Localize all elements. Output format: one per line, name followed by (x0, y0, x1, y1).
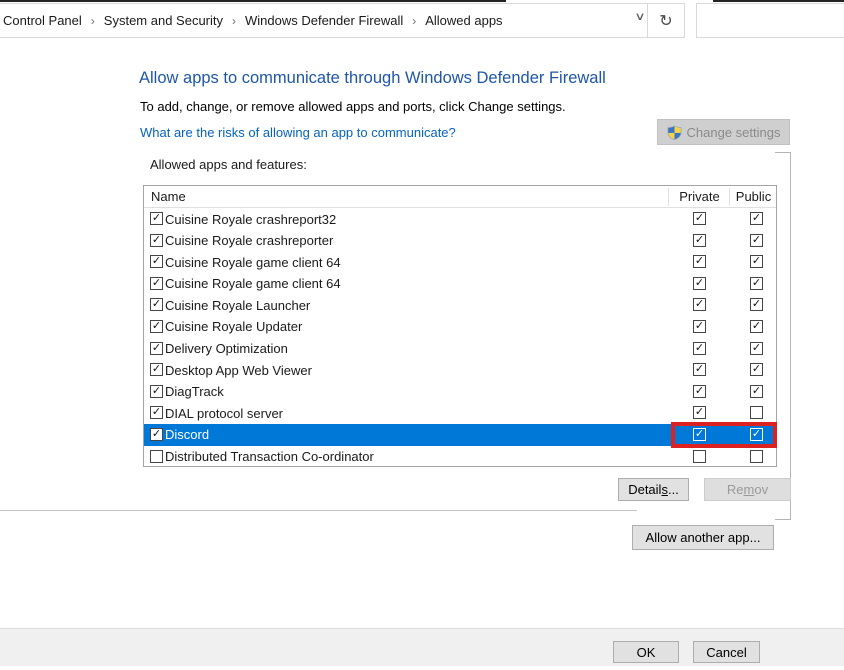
section-divider (0, 510, 637, 511)
app-name: Distributed Transaction Co-ordinator (165, 449, 374, 464)
private-checkbox[interactable]: ✓ (693, 342, 706, 355)
breadcrumb-item[interactable]: System and Security (104, 13, 223, 28)
change-settings-label: Change settings (687, 125, 781, 140)
public-checkbox[interactable] (750, 450, 763, 463)
highlight-box (671, 422, 777, 448)
public-checkbox[interactable]: ✓ (750, 342, 763, 355)
private-checkbox[interactable]: ✓ (693, 255, 706, 268)
breadcrumb-separator: › (232, 14, 236, 28)
breadcrumb-bar: Control Panel › System and Security › Window… (0, 3, 648, 38)
private-checkbox[interactable]: ✓ (693, 234, 706, 247)
public-checkbox[interactable]: ✓ (750, 320, 763, 333)
column-divider (729, 188, 730, 206)
public-checkbox[interactable]: ✓ (750, 212, 763, 225)
private-checkbox[interactable]: ✓ (693, 385, 706, 398)
table-row[interactable]: ✓DIAL protocol server✓ (144, 402, 776, 424)
refresh-icon: ↻ (659, 11, 672, 31)
app-name: Cuisine Royale Launcher (165, 298, 310, 313)
app-name: Cuisine Royale crashreporter (165, 233, 333, 248)
allow-another-app-button[interactable]: Allow another app... (632, 525, 774, 550)
page-subtitle: To add, change, or remove allowed apps a… (140, 99, 566, 114)
public-checkbox[interactable]: ✓ (750, 255, 763, 268)
refresh-button[interactable]: ↻ (647, 3, 685, 38)
breadcrumb: Control Panel › System and Security › Window… (3, 13, 503, 28)
app-enabled-checkbox[interactable]: ✓ (150, 385, 163, 398)
app-name: Desktop App Web Viewer (165, 363, 312, 378)
page-title: Allow apps to communicate through Window… (139, 69, 606, 88)
details-button[interactable]: Details... (618, 478, 689, 501)
table-row[interactable]: ✓Desktop App Web Viewer✓✓ (144, 359, 776, 381)
list-header: Name Private Public (144, 186, 776, 208)
private-checkbox[interactable]: ✓ (693, 363, 706, 376)
public-checkbox[interactable]: ✓ (750, 363, 763, 376)
allowed-apps-label: Allowed apps and features: (150, 157, 307, 172)
app-name: Cuisine Royale game client 64 (165, 276, 341, 291)
app-enabled-checkbox[interactable]: ✓ (150, 277, 163, 290)
table-row[interactable]: ✓Cuisine Royale game client 64✓✓ (144, 273, 776, 295)
app-enabled-checkbox[interactable]: ✓ (150, 406, 163, 419)
breadcrumb-separator: › (412, 14, 416, 28)
table-row[interactable]: ✓Cuisine Royale Launcher✓✓ (144, 294, 776, 316)
search-input[interactable] (696, 3, 844, 38)
table-row[interactable]: Distributed Transaction Co-ordinator (144, 446, 776, 468)
app-enabled-checkbox[interactable]: ✓ (150, 298, 163, 311)
column-header-public[interactable]: Public (730, 189, 777, 204)
private-checkbox[interactable]: ✓ (693, 298, 706, 311)
app-name: Cuisine Royale Updater (165, 319, 302, 334)
remove-button[interactable]: Remov (704, 478, 791, 501)
app-enabled-checkbox[interactable]: ✓ (150, 255, 163, 268)
app-name: DIAL protocol server (165, 406, 283, 421)
app-enabled-checkbox[interactable]: ✓ (150, 320, 163, 333)
column-divider (668, 188, 669, 206)
change-settings-button[interactable]: Change settings (657, 119, 790, 145)
public-checkbox[interactable]: ✓ (750, 385, 763, 398)
allowed-apps-window: Control Panel › System and Security › Window… (0, 0, 844, 670)
public-checkbox[interactable] (750, 406, 763, 419)
risks-help-link[interactable]: What are the risks of allowing an app to… (140, 125, 456, 140)
cancel-button[interactable]: Cancel (693, 641, 760, 663)
private-checkbox[interactable] (693, 450, 706, 463)
table-row[interactable]: ✓Cuisine Royale game client 64✓✓ (144, 251, 776, 273)
uac-shield-icon (667, 125, 682, 140)
private-checkbox[interactable]: ✓ (693, 406, 706, 419)
public-checkbox[interactable]: ✓ (750, 298, 763, 311)
app-name: DiagTrack (165, 384, 224, 399)
app-enabled-checkbox[interactable]: ✓ (150, 212, 163, 225)
private-checkbox[interactable]: ✓ (693, 320, 706, 333)
window-top-edge (713, 0, 844, 2)
private-checkbox[interactable]: ✓ (693, 212, 706, 225)
breadcrumb-item[interactable]: Windows Defender Firewall (245, 13, 403, 28)
app-name: Cuisine Royale game client 64 (165, 255, 341, 270)
table-row[interactable]: ✓Cuisine Royale crashreport32✓✓ (144, 208, 776, 230)
app-enabled-checkbox[interactable]: ✓ (150, 342, 163, 355)
window-top-edge (0, 0, 506, 2)
app-name: Cuisine Royale crashreport32 (165, 212, 336, 227)
window-edge (775, 152, 791, 520)
public-checkbox[interactable]: ✓ (750, 234, 763, 247)
table-row[interactable]: ✓Cuisine Royale Updater✓✓ (144, 316, 776, 338)
breadcrumb-item[interactable]: Control Panel (3, 13, 82, 28)
column-header-private[interactable]: Private (669, 189, 730, 204)
table-row[interactable]: ✓Cuisine Royale crashreporter✓✓ (144, 230, 776, 252)
breadcrumb-separator: › (91, 14, 95, 28)
table-row[interactable]: ✓DiagTrack✓✓ (144, 381, 776, 403)
ok-button[interactable]: OK (613, 641, 679, 663)
app-enabled-checkbox[interactable] (150, 450, 163, 463)
private-checkbox[interactable]: ✓ (693, 277, 706, 290)
table-row[interactable]: ✓Delivery Optimization✓✓ (144, 338, 776, 360)
app-enabled-checkbox[interactable]: ✓ (150, 428, 163, 441)
app-enabled-checkbox[interactable]: ✓ (150, 363, 163, 376)
chevron-down-icon[interactable]: ∨ (634, 10, 645, 23)
breadcrumb-item[interactable]: Allowed apps (425, 13, 502, 28)
app-name: Discord (165, 427, 209, 442)
column-header-name[interactable]: Name (151, 189, 186, 204)
public-checkbox[interactable]: ✓ (750, 277, 763, 290)
app-name: Delivery Optimization (165, 341, 288, 356)
app-enabled-checkbox[interactable]: ✓ (150, 234, 163, 247)
